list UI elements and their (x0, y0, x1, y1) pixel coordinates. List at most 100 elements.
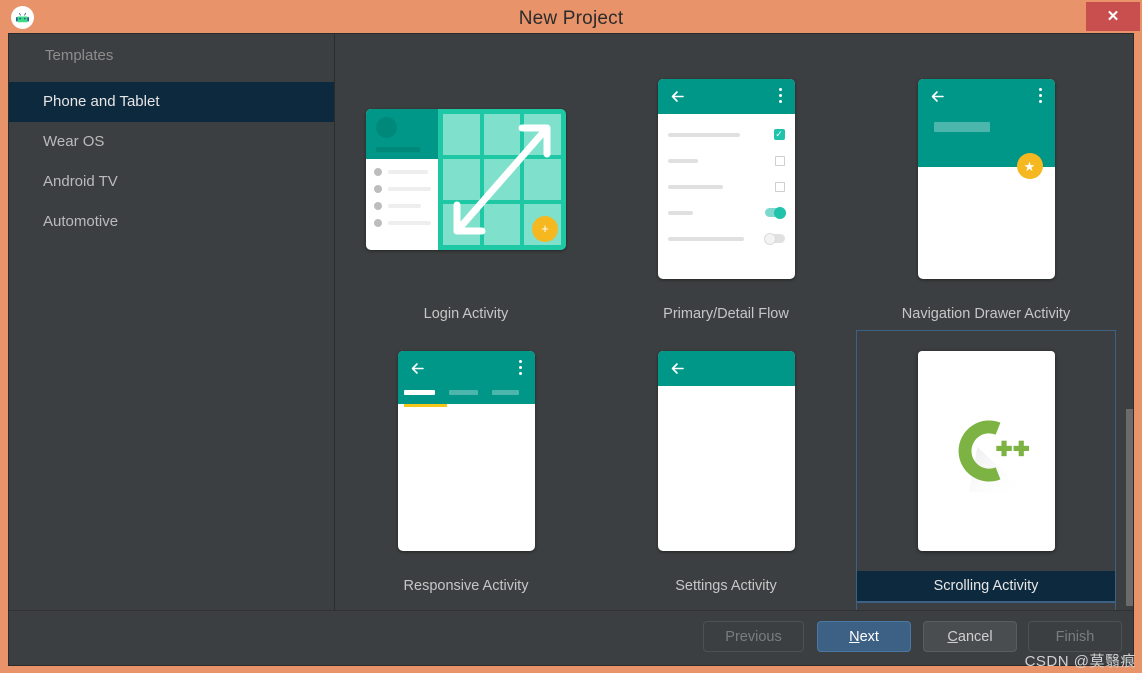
cpp-logo-icon (958, 420, 1029, 493)
settings-row (667, 206, 786, 219)
template-thumbnail: ✓ (597, 59, 855, 299)
sidebar: Templates Phone and Tablet Wear OS Andro… (9, 34, 335, 610)
overflow-menu-icon (1038, 88, 1043, 106)
template-label: Navigation Drawer Activity (901, 306, 1071, 322)
template-thumbnail (337, 603, 595, 610)
list-bullet-icon (374, 201, 382, 210)
template-cell-login-activity[interactable]: + Login Activity (336, 58, 596, 330)
template-label: Settings Activity (675, 578, 777, 594)
template-cell-responsive-activity[interactable]: Responsive Activity (336, 330, 596, 602)
scrolling-phone-thumb: ★ (917, 79, 1055, 279)
finish-button[interactable]: Finish (1028, 621, 1122, 652)
template-label: Login Activity (423, 306, 509, 322)
list-bullet-icon (374, 167, 382, 176)
dialog-footer: Previous Next Cancel Finish (9, 610, 1133, 665)
sidebar-item-wear-os[interactable]: Wear OS (9, 122, 334, 162)
back-arrow-icon (669, 360, 686, 377)
cancel-button[interactable]: Cancel (923, 621, 1017, 652)
templates-scrollbar-thumb[interactable] (1126, 409, 1133, 606)
nav-drawer-wide-thumb: + (366, 108, 566, 250)
previous-button[interactable]: Previous (703, 621, 804, 652)
template-cell-navigation-drawer-activity[interactable]: ★ Navigation Drawer Activity (856, 58, 1116, 330)
close-icon: ✕ (1106, 8, 1120, 25)
sidebar-item-android-tv[interactable]: Android TV (9, 162, 334, 202)
back-arrow-icon (669, 88, 686, 105)
window-title: New Project (518, 8, 624, 29)
tab-item-active (403, 390, 435, 395)
tabbed-phone-thumb (397, 351, 535, 551)
tab-item (491, 390, 519, 395)
dialog-body: Templates Phone and Tablet Wear OS Andro… (8, 33, 1134, 666)
finish-button-label: Finish (1055, 628, 1095, 645)
floating-action-button-star: ★ (1016, 153, 1043, 179)
template-thumbnail (597, 603, 855, 610)
list-item (374, 218, 431, 227)
sidebar-item-phone-and-tablet[interactable]: Phone and Tablet (9, 82, 334, 122)
tab-indicator (403, 404, 447, 407)
drawer-panel (366, 108, 438, 250)
template-label (857, 34, 1115, 57)
next-button[interactable]: Next (817, 621, 911, 652)
next-button-label: Next (849, 628, 879, 645)
template-thumbnail: ★ (857, 59, 1115, 299)
app-bar (397, 351, 535, 407)
settings-list-thumb (657, 351, 795, 551)
list-bullet-icon (374, 184, 382, 193)
template-thumbnail (857, 603, 1115, 610)
row-label (667, 210, 693, 215)
template-cell-scrolling-activity[interactable]: Scrolling Activity (856, 330, 1116, 602)
template-thumbnail (337, 331, 595, 571)
template-cell-fragment-viewmodel[interactable]: Fragment + ViewModel (596, 602, 856, 610)
template-cell-empty-a[interactable] (596, 34, 856, 58)
list-item (374, 184, 431, 193)
settings-row (667, 232, 785, 245)
sidebar-header-templates: Templates (45, 47, 114, 64)
row-label (667, 236, 744, 241)
template-cell-settings-activity[interactable]: Settings Activity (596, 330, 856, 602)
drawer-list (366, 159, 438, 236)
title-bar: New Project ✕ (0, 0, 1142, 37)
template-cell-native-cpp[interactable]: Native C++ (856, 602, 1116, 610)
templates-scrollbar-track[interactable] (1124, 34, 1133, 610)
template-cell-tabbed-activity[interactable]: Tabbed Activity (336, 602, 596, 610)
templates-pane: + Login Activity ✓ Primary/Detail Flow ★… (336, 34, 1133, 610)
sidebar-item-automotive[interactable]: Automotive (9, 202, 334, 242)
list-text (388, 203, 421, 208)
close-button[interactable]: ✕ (1086, 2, 1140, 31)
back-arrow-icon (929, 88, 946, 105)
watermark: CSDN @莫翳痕 (1024, 653, 1136, 670)
template-thumbnail (857, 331, 1115, 571)
settings-row: ✓ (667, 128, 785, 141)
toggle-off-icon (763, 232, 785, 245)
app-bar (657, 351, 795, 386)
template-label (597, 34, 855, 57)
settings-rows: ✓ (658, 114, 795, 245)
checkbox-unchecked-icon (774, 181, 785, 192)
drawer-header (366, 108, 438, 159)
overflow-menu-icon (778, 88, 783, 106)
tab-strip (398, 390, 535, 404)
template-label: Responsive Activity (403, 578, 529, 594)
tab-item (448, 390, 478, 395)
avatar (376, 116, 397, 138)
settings-row (667, 180, 785, 193)
template-label (337, 34, 595, 57)
floating-action-button: + (532, 215, 558, 242)
template-cell-basic-activity[interactable] (336, 34, 596, 58)
app-bar (657, 79, 795, 114)
template-cell-primary-detail-flow[interactable]: ✓ Primary/Detail Flow (596, 58, 856, 330)
template-label: Primary/Detail Flow (663, 306, 789, 322)
title-placeholder (933, 122, 990, 132)
checkbox-checked-icon: ✓ (773, 129, 785, 140)
list-item (374, 201, 431, 210)
cpp-logo-thumb (917, 351, 1055, 551)
overflow-menu-icon (518, 360, 523, 378)
template-cell-empty-b[interactable] (856, 34, 1116, 58)
toggle-on-icon (764, 206, 786, 219)
list-text (388, 169, 428, 174)
list-text (388, 186, 431, 191)
template-label: Scrolling Activity (857, 571, 1115, 601)
list-text (388, 220, 431, 225)
new-project-dialog-window: New Project ✕ Templates Phone and Tablet… (0, 0, 1142, 673)
content-panel: + (438, 109, 566, 250)
